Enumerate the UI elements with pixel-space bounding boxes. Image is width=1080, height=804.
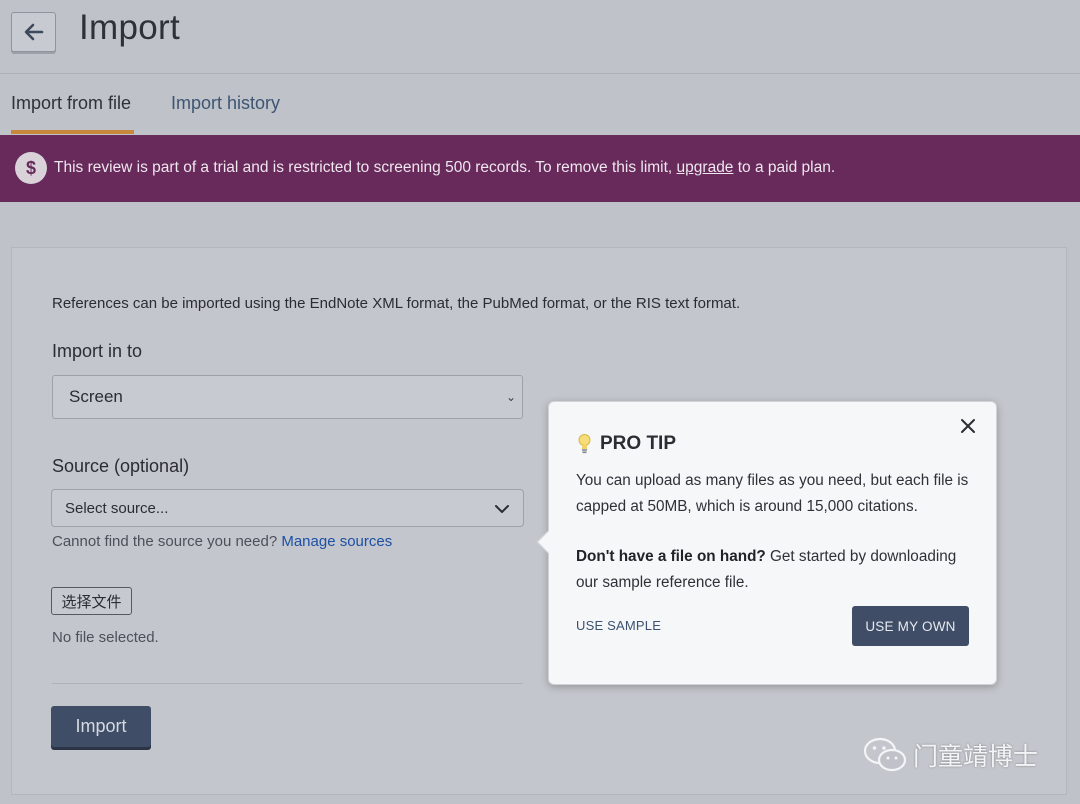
upgrade-link[interactable]: upgrade — [677, 159, 734, 176]
no-file-text: No file selected. — [52, 629, 159, 646]
chevron-down-icon — [495, 505, 509, 513]
choose-file-button[interactable]: 选择文件 — [51, 587, 132, 615]
page-header: Import — [0, 0, 1080, 74]
chevron-down-icon: ⌄ — [505, 390, 516, 404]
source-label: Source (optional) — [52, 456, 190, 476]
back-button[interactable] — [11, 12, 56, 52]
tab-bar: Import from file Import history — [0, 75, 1080, 135]
pro-tip-question: Don't have a file on hand? — [576, 548, 766, 565]
banner-text-after: to a paid plan. — [733, 159, 836, 176]
source-hint: Cannot find the source you need? Manage … — [52, 533, 392, 550]
arrow-left-icon — [24, 23, 43, 41]
divider — [52, 683, 523, 684]
use-my-own-button[interactable]: USE MY OWN — [852, 606, 969, 646]
lightbulb-icon — [578, 434, 591, 454]
close-icon[interactable] — [959, 417, 977, 435]
page-title: Import — [79, 8, 180, 47]
use-sample-button[interactable]: USE SAMPLE — [576, 618, 661, 633]
pro-tip-sample-text: Don't have a file on hand? Get started b… — [576, 544, 976, 595]
pro-tip-text: You can upload as many files as you need… — [576, 472, 969, 515]
source-select[interactable]: Select source... — [51, 489, 524, 527]
watermark-text: 门童靖博士 — [913, 742, 1039, 771]
tab-import-from-file[interactable]: Import from file — [11, 93, 134, 134]
source-hint-text: Cannot find the source you need? — [52, 533, 278, 550]
trial-banner: $ This review is part of a trial and is … — [0, 135, 1080, 202]
import-in-to-label: Import in to — [52, 341, 143, 361]
source-placeholder: Select source... — [65, 499, 169, 517]
banner-text: This review is part of a trial and is re… — [54, 159, 835, 177]
intro-text: References can be imported using the End… — [52, 295, 741, 312]
import-in-to-value: Screen — [69, 387, 123, 406]
pro-tip-title: PRO TIP — [577, 433, 676, 455]
import-button[interactable]: Import — [51, 706, 151, 747]
watermark: 门童靖博士 — [863, 735, 1038, 775]
tab-import-history[interactable]: Import history — [171, 93, 280, 134]
import-in-to-select[interactable]: Screen ⌄ — [52, 375, 523, 419]
pro-tip-popover: PRO TIP You can upload as many files as … — [536, 401, 997, 685]
pro-tip-title-text: PRO TIP — [600, 433, 677, 454]
dollar-icon: $ — [15, 152, 47, 184]
manage-sources-link[interactable]: Manage sources — [281, 533, 392, 550]
wechat-icon — [863, 737, 907, 772]
banner-text-before: This review is part of a trial and is re… — [54, 159, 677, 176]
